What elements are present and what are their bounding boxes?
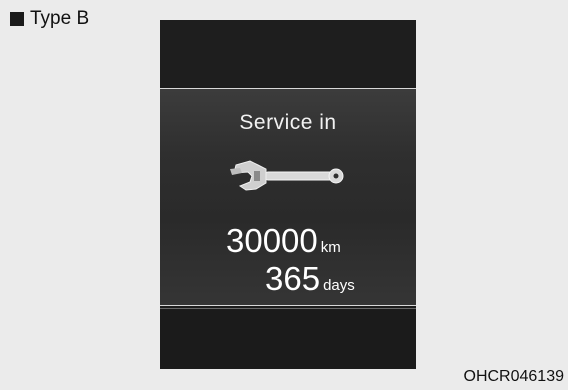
- days-value: 365: [265, 260, 321, 297]
- type-label: Type B: [10, 8, 89, 30]
- display-bottom-panel: [160, 308, 416, 369]
- service-title: Service in: [239, 111, 337, 134]
- display-top-panel: [160, 20, 416, 86]
- days-reading: 365 days: [265, 260, 355, 298]
- square-bullet-icon: [10, 12, 24, 26]
- distance-value: 30000: [226, 222, 318, 259]
- service-reminder-panel: Service in 30000 km 365 days: [160, 88, 416, 306]
- distance-unit: km: [320, 239, 341, 256]
- type-label-text: Type B: [30, 8, 90, 29]
- wrench-icon: [230, 160, 344, 191]
- instrument-cluster-display: Service in 30000 km 365 days: [160, 20, 416, 369]
- image-code: OHCR046139: [463, 368, 565, 385]
- days-unit: days: [323, 277, 355, 294]
- distance-reading: 30000 km: [226, 222, 341, 260]
